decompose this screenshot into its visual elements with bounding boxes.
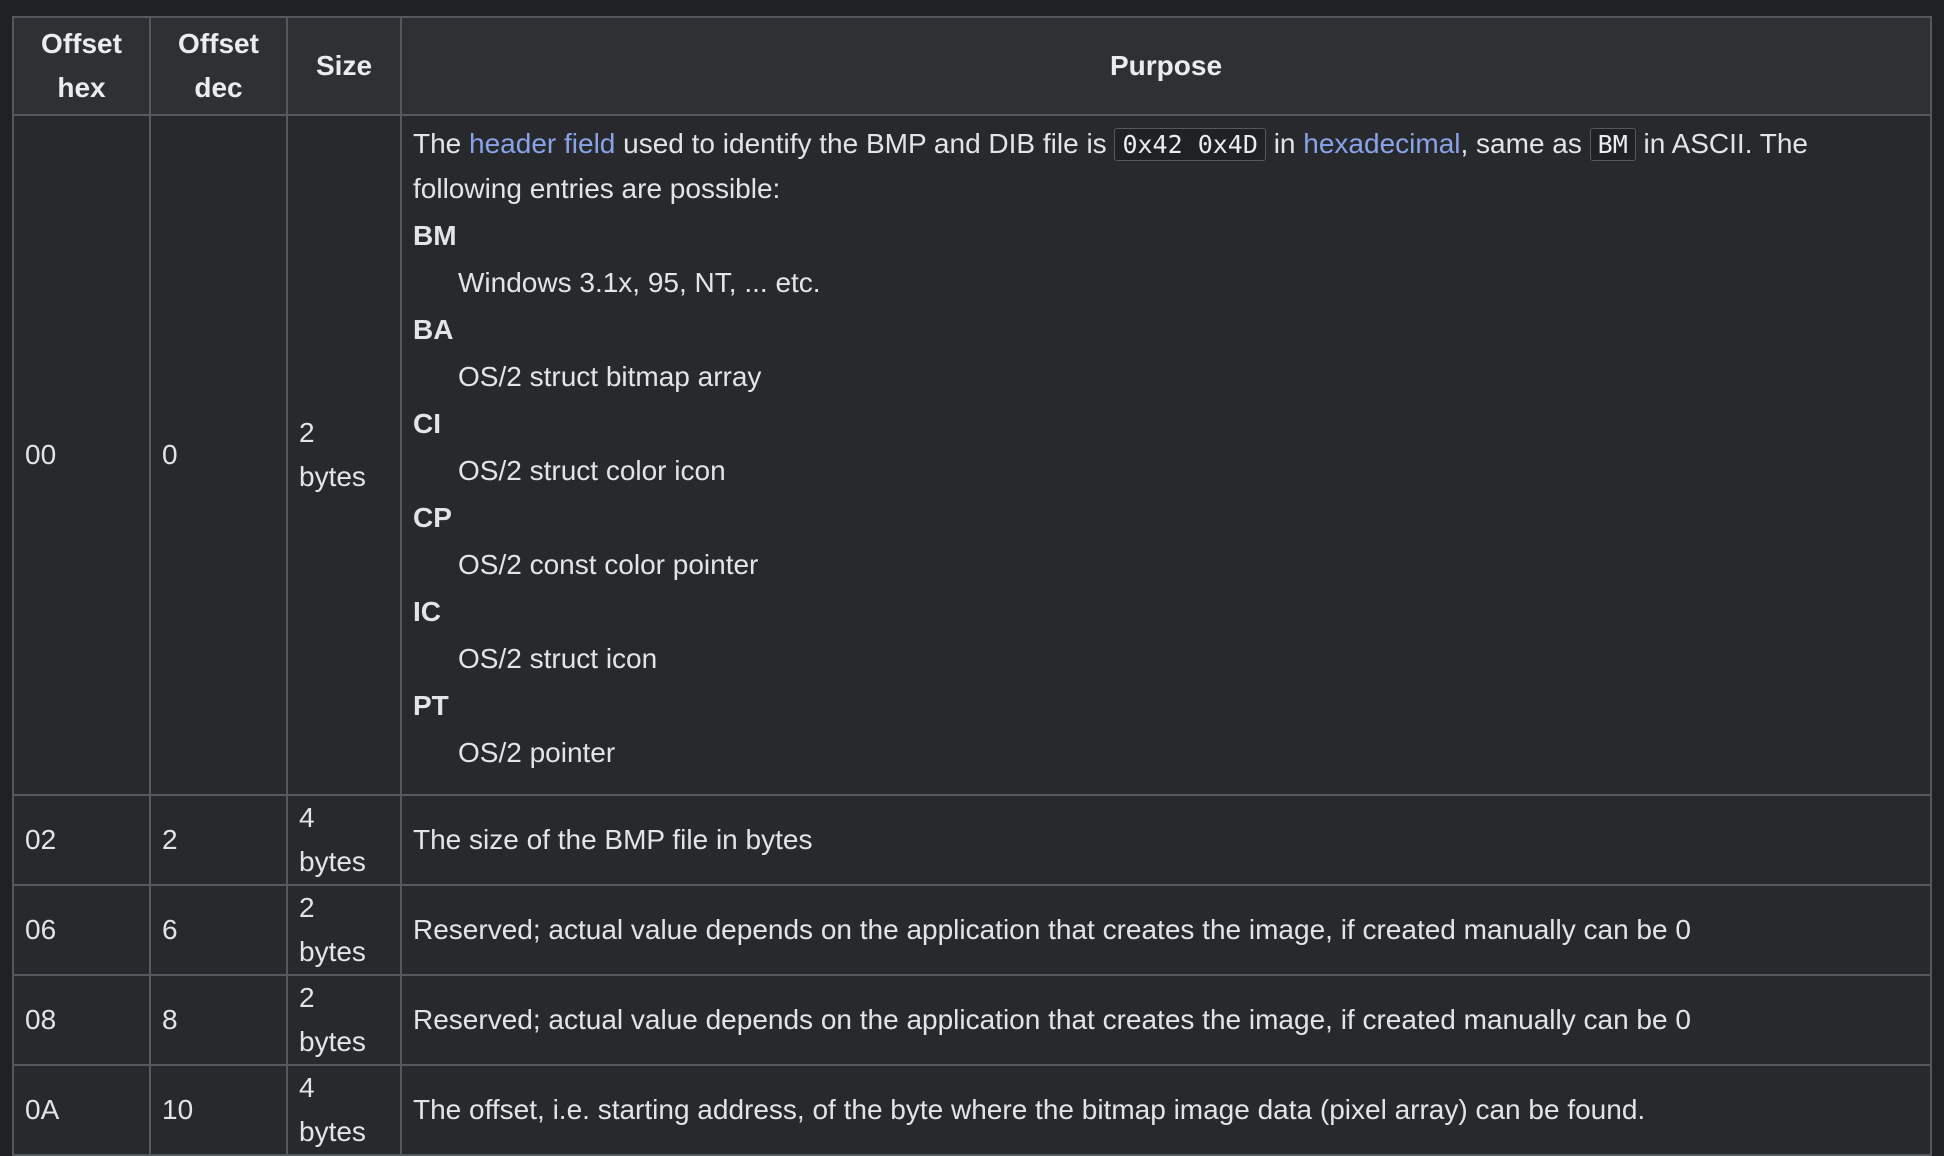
entry-term: BM: [413, 220, 457, 251]
cell-purpose: The offset, i.e. starting address, of th…: [400, 1064, 1932, 1156]
intro-text-1: The: [413, 128, 470, 159]
purpose-intro-text: The header field used to identify the BM…: [413, 122, 1919, 211]
intro-text-4: , same as: [1460, 128, 1590, 159]
table-row: 06 6 2 bytes Reserved; actual value depe…: [12, 884, 1932, 976]
entry-description: OS/2 struct bitmap array: [458, 361, 762, 392]
column-header-offset-hex-line1: Offset: [41, 28, 122, 59]
entry-term: BA: [413, 314, 454, 345]
table-row: 00 0 2 bytes The header field used to id…: [12, 114, 1932, 796]
entry-term: IC: [413, 596, 441, 627]
bmp-header-table-container: Offset hex Offset dec Size Purpose 00 0 …: [12, 16, 1932, 1156]
intro-text-3: in: [1265, 128, 1304, 159]
cell-offset-dec: 2: [149, 794, 288, 886]
cell-offset-hex: 02: [12, 794, 151, 886]
cell-offset-dec: 10: [149, 1064, 288, 1156]
bmp-file-header-table: Offset hex Offset dec Size Purpose 00 0 …: [12, 16, 1932, 1156]
entry-description: Windows 3.1x, 95, NT, ... etc.: [458, 267, 821, 298]
cell-offset-hex: 00: [12, 114, 151, 796]
entry-description: OS/2 struct icon: [458, 643, 658, 674]
column-header-offset-hex[interactable]: Offset hex: [12, 16, 151, 116]
cell-offset-hex: 08: [12, 974, 151, 1066]
entry-term: CP: [413, 502, 452, 533]
bm-ascii-code: BM: [1589, 128, 1636, 161]
cell-offset-dec: 0: [149, 114, 288, 796]
entry-description: OS/2 struct color icon: [458, 455, 726, 486]
header-row: Offset hex Offset dec Size Purpose: [12, 16, 1932, 116]
table-row: 08 8 2 bytes Reserved; actual value depe…: [12, 974, 1932, 1066]
entry-description: OS/2 const color pointer: [458, 549, 759, 580]
cell-offset-hex: 0A: [12, 1064, 151, 1156]
header-field-link[interactable]: header field: [469, 128, 615, 159]
table-row: 0A 10 4 bytes The offset, i.e. starting …: [12, 1064, 1932, 1156]
hexadecimal-link[interactable]: hexadecimal: [1303, 128, 1460, 159]
cell-purpose: Reserved; actual value depends on the ap…: [400, 884, 1932, 976]
table-row: 02 2 4 bytes The size of the BMP file in…: [12, 794, 1932, 886]
cell-offset-dec: 6: [149, 884, 288, 976]
column-header-offset-dec[interactable]: Offset dec: [149, 16, 288, 116]
cell-size: 4 bytes: [286, 794, 402, 886]
column-header-offset-dec-line1: Offset: [178, 28, 259, 59]
cell-purpose: Reserved; actual value depends on the ap…: [400, 974, 1932, 1066]
cell-size: 4 bytes: [286, 1064, 402, 1156]
magic-bytes-code: 0x42 0x4D: [1114, 128, 1266, 161]
intro-text-2: used to identify the BMP and DIB file is: [615, 128, 1115, 159]
cell-offset-hex: 06: [12, 884, 151, 976]
cell-purpose: The header field used to identify the BM…: [400, 114, 1932, 796]
entry-term: PT: [413, 690, 449, 721]
column-header-offset-hex-line2: hex: [57, 72, 106, 103]
column-header-size[interactable]: Size: [286, 16, 402, 116]
cell-purpose: The size of the BMP file in bytes: [400, 794, 1932, 886]
cell-size: 2 bytes: [286, 884, 402, 976]
entry-description: OS/2 pointer: [458, 737, 616, 768]
cell-size: 2 bytes: [286, 974, 402, 1066]
entries-definition-list: BM Windows 3.1x, 95, NT, ... etc. BA OS/…: [413, 213, 1919, 777]
entry-term: CI: [413, 408, 441, 439]
column-header-purpose[interactable]: Purpose: [400, 16, 1932, 116]
cell-size: 2 bytes: [286, 114, 402, 796]
column-header-offset-dec-line2: dec: [194, 72, 243, 103]
cell-offset-dec: 8: [149, 974, 288, 1066]
